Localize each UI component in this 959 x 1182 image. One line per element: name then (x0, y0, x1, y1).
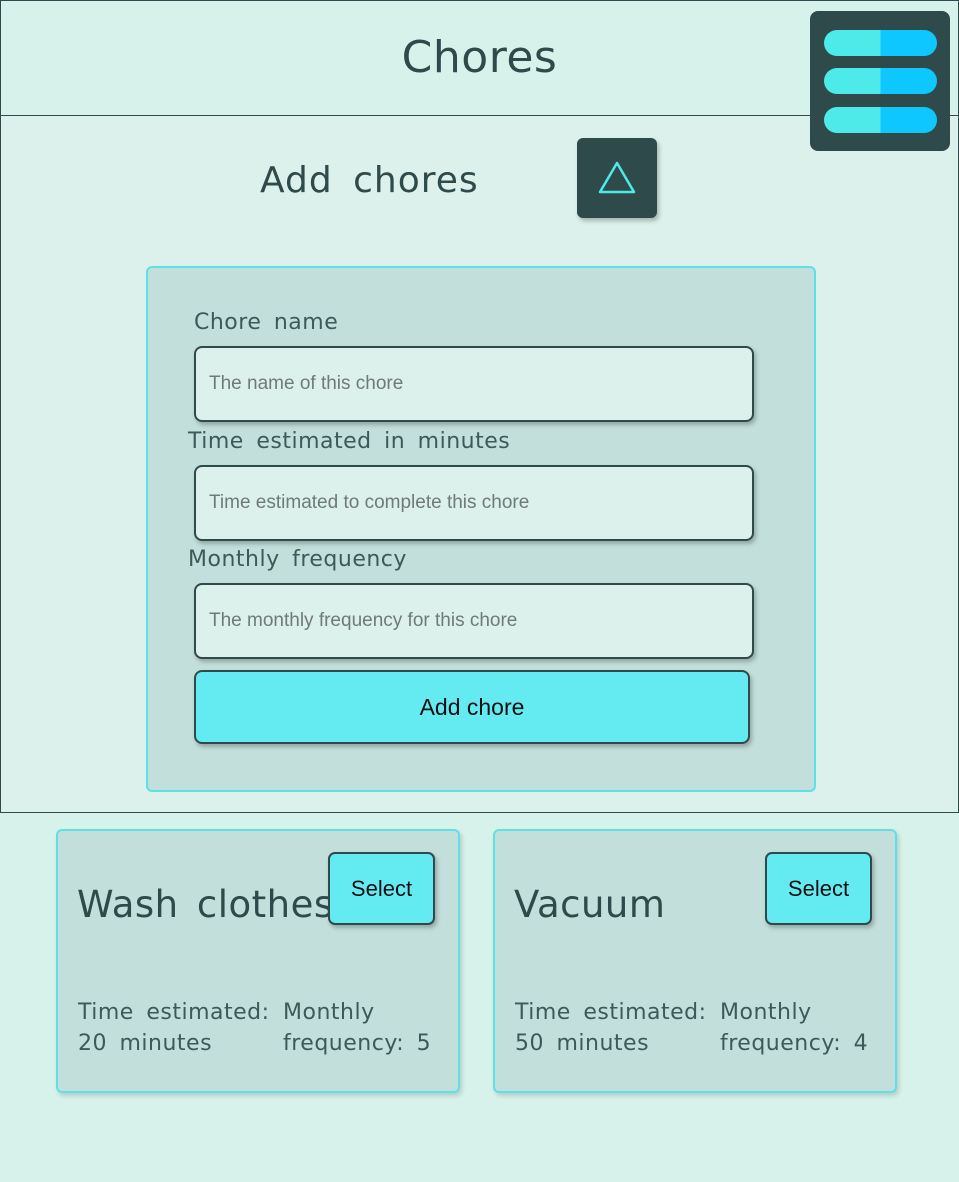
chore-name-label: Chore name (194, 310, 339, 335)
add-chores-section: Add chores Chore name Time estimated in … (0, 115, 959, 813)
chore-time-estimated: Time estimated: 50 minutes (515, 997, 707, 1059)
hamburger-menu-button[interactable] (810, 11, 950, 151)
menu-bar-icon (824, 68, 937, 94)
chore-card: Wash clothes Select Time estimated: 20 m… (56, 829, 460, 1093)
menu-bar-icon (824, 30, 937, 56)
time-estimated-caption: Time estimated: (78, 1000, 270, 1025)
chore-name-input[interactable] (194, 346, 754, 422)
chore-card: Vacuum Select Time estimated: 50 minutes… (493, 829, 897, 1093)
time-estimated-label: Time estimated in minutes (188, 429, 511, 454)
select-chore-button[interactable]: Select (765, 852, 872, 925)
time-estimated-value: 20 minutes (78, 1031, 213, 1056)
time-estimated-input[interactable] (194, 465, 754, 541)
select-chore-button[interactable]: Select (328, 852, 435, 925)
page-title: Chores (401, 31, 558, 83)
collapse-toggle-button[interactable] (577, 138, 657, 218)
chore-time-estimated: Time estimated: 20 minutes (78, 997, 270, 1059)
menu-bar-icon (824, 107, 937, 133)
chore-name: Wash clothes (77, 883, 334, 926)
chore-monthly-frequency: Monthly frequency: 4 (720, 997, 868, 1059)
triangle-up-icon (598, 161, 636, 194)
monthly-frequency-value: frequency: 4 (720, 1031, 869, 1056)
monthly-frequency-caption: Monthly (283, 1000, 375, 1025)
monthly-frequency-label: Monthly frequency (188, 547, 407, 572)
add-chore-form: Chore name Time estimated in minutes Mon… (146, 266, 816, 792)
time-estimated-caption: Time estimated: (515, 1000, 707, 1025)
time-estimated-value: 50 minutes (515, 1031, 650, 1056)
add-chore-button[interactable]: Add chore (194, 670, 750, 744)
monthly-frequency-caption: Monthly (720, 1000, 812, 1025)
section-title: Add chores (260, 160, 479, 201)
chore-name: Vacuum (514, 883, 666, 926)
monthly-frequency-value: frequency: 5 (283, 1031, 432, 1056)
chore-monthly-frequency: Monthly frequency: 5 (283, 997, 431, 1059)
monthly-frequency-input[interactable] (194, 583, 754, 659)
